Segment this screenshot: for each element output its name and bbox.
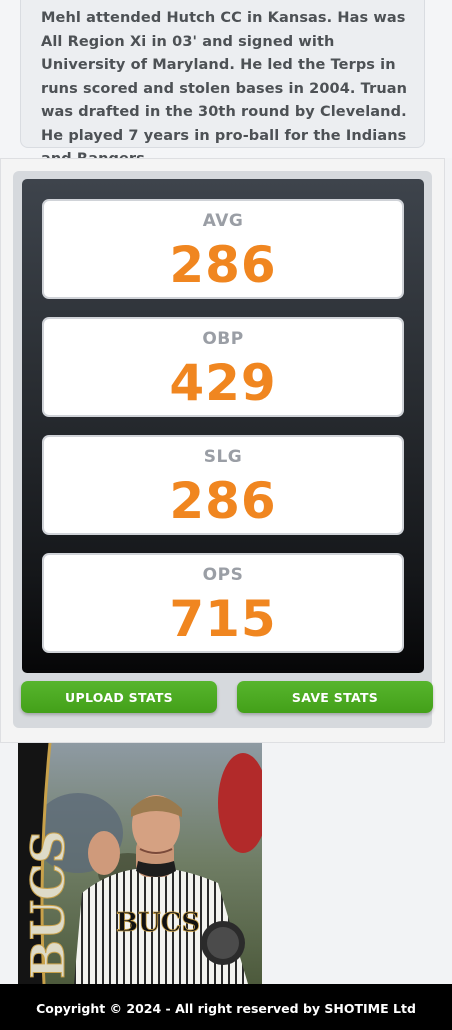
- upload-stats-button[interactable]: UPLOAD STATS: [21, 681, 217, 713]
- player-photo: BUCS BUCS: [18, 743, 262, 984]
- bio-card: Mehl attended Hutch CC in Kansas. Has wa…: [20, 0, 425, 167]
- bio-section: Mehl attended Hutch CC in Kansas. Has wa…: [0, 0, 452, 167]
- svg-text:BUCS: BUCS: [21, 830, 75, 979]
- stat-label: OPS: [202, 565, 244, 585]
- stats-board: AVG 286 OBP 429 SLG 286 OPS 715: [22, 179, 424, 673]
- save-stats-button[interactable]: SAVE STATS: [237, 681, 433, 713]
- stat-label: AVG: [202, 211, 244, 231]
- stat-card-ops: OPS 715: [42, 553, 404, 653]
- stat-card-obp: OBP 429: [42, 317, 404, 417]
- stat-value: 286: [169, 472, 277, 530]
- stat-value: 429: [169, 354, 277, 412]
- copyright-text: Copyright © 2024 - All right reserved by…: [36, 1001, 416, 1016]
- stat-label: OBP: [202, 329, 244, 349]
- stat-value: 715: [169, 590, 277, 648]
- stats-section: AVG 286 OBP 429 SLG 286 OPS 715 UPLOAD S…: [0, 158, 445, 743]
- bio-text: Mehl attended Hutch CC in Kansas. Has wa…: [41, 10, 408, 167]
- stat-card-avg: AVG 286: [42, 199, 404, 299]
- svg-text:BUCS: BUCS: [116, 908, 200, 938]
- stat-value: 286: [169, 236, 277, 294]
- stats-panel: AVG 286 OBP 429 SLG 286 OPS 715 UPLOAD S…: [13, 171, 433, 728]
- player-page: Mehl attended Hutch CC in Kansas. Has wa…: [0, 0, 452, 1030]
- stat-label: SLG: [203, 447, 243, 467]
- footer: Copyright © 2024 - All right reserved by…: [0, 984, 452, 1030]
- stat-card-slg: SLG 286: [42, 435, 404, 535]
